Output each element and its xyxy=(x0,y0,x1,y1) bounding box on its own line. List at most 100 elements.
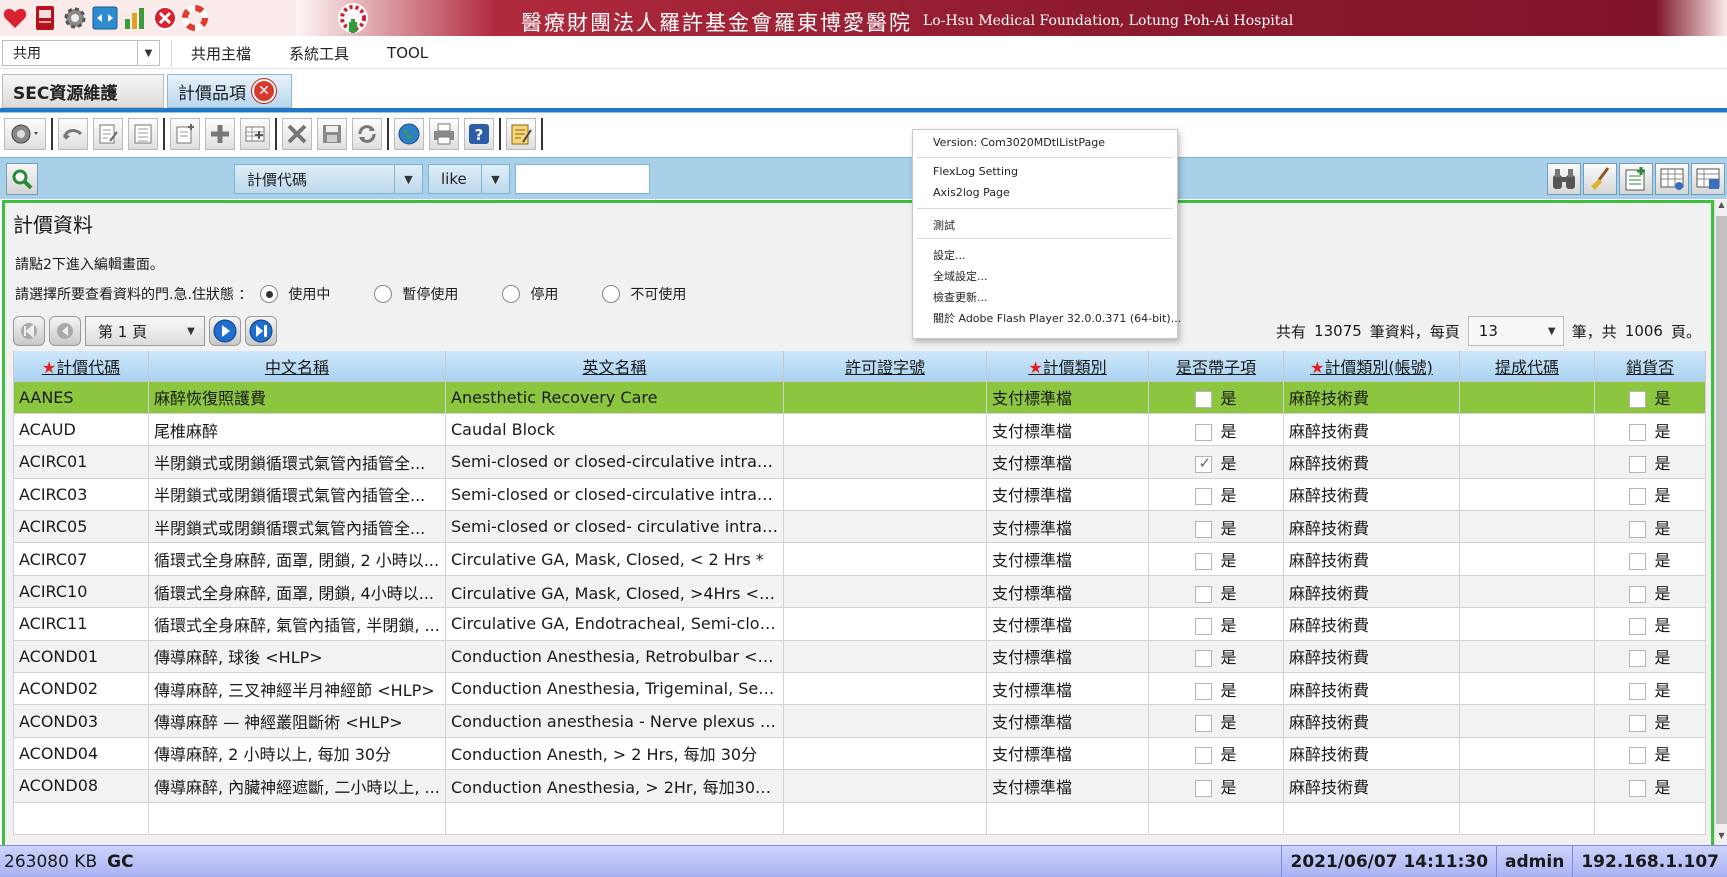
header-col-commission[interactable]: 提成代碼 xyxy=(1459,351,1595,382)
close-circle-icon[interactable] xyxy=(152,5,178,31)
table-row[interactable]: ACOND04 傳導麻醉, 2 小時以上, 每加 30分 Conduction An… xyxy=(13,736,1706,771)
sale-checkbox[interactable] xyxy=(1629,455,1647,473)
status-radio-suspended[interactable] xyxy=(374,285,393,303)
search-icon[interactable] xyxy=(6,163,38,195)
chevron-down-icon[interactable]: ▼ xyxy=(394,165,422,193)
vertical-scrollbar[interactable]: ▲ ▼ xyxy=(1714,200,1727,845)
next-page-icon[interactable] xyxy=(209,316,241,346)
grid-settings-icon[interactable] xyxy=(1655,163,1689,195)
has-sub-checkbox[interactable] xyxy=(1195,650,1213,668)
close-icon[interactable]: ✕ xyxy=(252,79,276,103)
table-row[interactable]: ACIRC10 循環式全身麻醉, 面罩, 閉鎖, 4小時以... Circulati… xyxy=(13,574,1706,609)
menu-item-shared-master[interactable]: 共用主檔 xyxy=(172,43,270,64)
gc-button[interactable]: GC xyxy=(107,852,133,872)
page-select[interactable]: 第 1 頁 ▼ xyxy=(85,316,205,346)
has-sub-checkbox[interactable] xyxy=(1195,682,1213,700)
sale-checkbox[interactable] xyxy=(1629,553,1647,571)
status-radio-disabled[interactable] xyxy=(502,285,521,303)
sale-checkbox[interactable] xyxy=(1629,617,1647,635)
has-sub-checkbox[interactable] xyxy=(1195,715,1213,733)
header-col-permit[interactable]: 許可證字號 xyxy=(783,351,987,382)
sale-checkbox[interactable] xyxy=(1629,650,1647,668)
header-col-zh-name[interactable]: 中文名稱 xyxy=(148,351,446,382)
has-sub-checkbox[interactable] xyxy=(1195,520,1213,538)
grid-save-icon[interactable] xyxy=(1691,163,1725,195)
new-record-icon[interactable] xyxy=(170,118,200,150)
globe-icon[interactable] xyxy=(394,118,424,150)
sale-checkbox[interactable] xyxy=(1629,682,1647,700)
sale-checkbox[interactable] xyxy=(1629,488,1647,506)
first-page-icon[interactable] xyxy=(13,316,45,346)
menu-item-system-tools[interactable]: 系統工具 xyxy=(270,43,368,64)
table-row[interactable]: ACIRC01 半閉鎖式或閉鎖循環式氣管內插管全... Semi-closed or… xyxy=(13,445,1706,479)
binoculars-icon[interactable] xyxy=(1547,163,1581,195)
add-icon[interactable] xyxy=(205,118,235,150)
save-icon[interactable] xyxy=(317,118,347,150)
tab-sec-resource[interactable]: SEC資源維護 xyxy=(2,74,164,108)
menu-item-tool[interactable]: TOOL xyxy=(368,44,447,62)
status-radio-unusable[interactable] xyxy=(602,285,621,303)
table-row[interactable]: ACAUD 尾椎麻醉 Caudal Block 支付標準檔 是 麻醉技術費 是 xyxy=(13,412,1706,447)
sale-checkbox[interactable] xyxy=(1629,391,1647,409)
gear-icon[interactable] xyxy=(62,5,88,31)
header-col-account[interactable]: ★計價類別(帳號) xyxy=(1283,351,1460,382)
status-radio-active[interactable] xyxy=(260,285,279,303)
tab-pricing-items[interactable]: 計價品項 ✕ xyxy=(167,74,292,108)
table-row[interactable]: ACOND08 傳導麻醉, 內臟神經遮斷, 二小時以上, ... Conductio… xyxy=(13,769,1706,803)
has-sub-checkbox[interactable] xyxy=(1195,391,1213,409)
search-input[interactable] xyxy=(515,164,650,194)
window-switch-icon[interactable] xyxy=(92,5,118,31)
print-icon[interactable] xyxy=(429,118,459,150)
last-page-icon[interactable] xyxy=(245,316,277,346)
scroll-down-icon[interactable]: ▼ xyxy=(1715,831,1727,845)
has-sub-checkbox[interactable] xyxy=(1195,617,1213,635)
table-row[interactable]: ACIRC07 循環式全身麻醉, 面罩, 閉鎖, 2 小時以... Circulat… xyxy=(13,542,1706,576)
chevron-down-icon[interactable]: ▼ xyxy=(1541,317,1563,345)
ctx-item-flexlog[interactable]: FlexLog Setting xyxy=(933,165,1018,178)
module-select[interactable]: 共用 ▼ xyxy=(2,40,160,66)
chevron-down-icon[interactable]: ▼ xyxy=(481,165,509,193)
lifebuoy-icon[interactable] xyxy=(182,5,208,31)
list-icon[interactable] xyxy=(128,118,158,150)
has-sub-checkbox[interactable] xyxy=(1195,488,1213,506)
delete-icon[interactable] xyxy=(282,118,312,150)
sale-checkbox[interactable] xyxy=(1629,715,1647,733)
per-page-select[interactable]: 13 ▼ xyxy=(1467,316,1564,346)
table-row[interactable]: ACOND01 傳導麻醉, 球後 <HLP> Conduction Anesthes… xyxy=(13,639,1706,674)
chevron-down-icon[interactable]: ▼ xyxy=(137,41,159,65)
has-sub-checkbox[interactable] xyxy=(1195,454,1213,473)
sale-checkbox[interactable] xyxy=(1629,585,1647,603)
sale-checkbox[interactable] xyxy=(1629,747,1647,765)
refresh-icon[interactable] xyxy=(352,118,382,150)
ctx-item-check-updates[interactable]: 檢查更新... xyxy=(933,289,988,305)
has-sub-checkbox[interactable] xyxy=(1195,585,1213,603)
search-field-select[interactable]: 計價代碼 ▼ xyxy=(234,164,423,194)
heart-icon[interactable] xyxy=(2,5,28,31)
edit-icon[interactable] xyxy=(93,118,123,150)
add-row-icon[interactable] xyxy=(240,118,270,150)
sale-checkbox[interactable] xyxy=(1629,423,1647,441)
scroll-up-icon[interactable]: ▲ xyxy=(1715,200,1727,214)
has-sub-checkbox[interactable] xyxy=(1195,779,1213,797)
search-operator-select[interactable]: like ▼ xyxy=(428,164,510,194)
scrollbar-thumb[interactable] xyxy=(1716,216,1727,824)
header-col-category[interactable]: ★計價類別 xyxy=(986,351,1149,382)
export-icon[interactable] xyxy=(1619,163,1653,195)
chevron-down-icon[interactable]: ▼ xyxy=(178,317,204,345)
undo-icon[interactable] xyxy=(58,118,88,150)
query-icon[interactable] xyxy=(4,118,46,150)
header-col-en-name[interactable]: 英文名稱 xyxy=(445,351,784,382)
ctx-item-settings[interactable]: 設定... xyxy=(933,247,966,263)
has-sub-checkbox[interactable] xyxy=(1195,553,1213,571)
table-row[interactable]: ACIRC03 半閉鎖式或閉鎖循環式氣管內插管全... Semi-closed or… xyxy=(13,477,1706,512)
sale-checkbox[interactable] xyxy=(1629,779,1647,797)
sale-checkbox[interactable] xyxy=(1629,520,1647,538)
header-col-code[interactable]: ★計價代碼 xyxy=(13,351,149,382)
ctx-item-test[interactable]: 測試 xyxy=(933,217,955,233)
header-col-has-sub[interactable]: 是否帶子項 xyxy=(1148,351,1284,382)
table-row[interactable]: ACOND03 傳導麻醉 — 神經叢阻斷術 <HLP> Conduction ane… xyxy=(13,704,1706,738)
has-sub-checkbox[interactable] xyxy=(1195,423,1213,441)
ctx-item-axis2log[interactable]: Axis2log Page xyxy=(933,186,1010,199)
table-row[interactable]: ACIRC11 循環式全身麻醉, 氣管內插管, 半閉鎖, ... Circulati… xyxy=(13,607,1706,641)
ctx-item-version[interactable]: Version: Com3020MDtlListPage xyxy=(933,136,1105,149)
